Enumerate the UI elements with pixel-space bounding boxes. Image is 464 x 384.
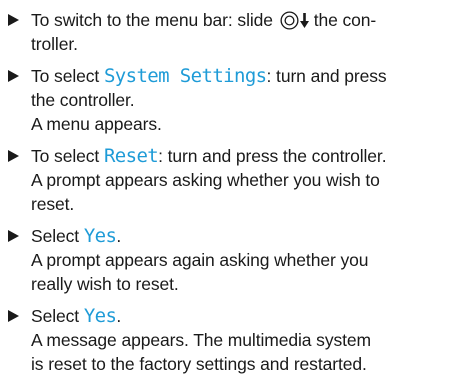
arrow-down-icon	[299, 13, 309, 28]
step-line: To switch to the menu bar: slide the con…	[31, 8, 460, 32]
step-text: To select	[31, 146, 100, 166]
step-result: A prompt appears asking whether you wish…	[31, 170, 380, 190]
step-result: A message appears. The multimedia system	[31, 330, 372, 350]
step-result: really wish to reset.	[31, 274, 179, 294]
step-text: the con-	[313, 10, 377, 30]
step-line: Select Yes.	[31, 224, 460, 248]
step-text: To switch to the menu bar: slide	[31, 10, 273, 30]
instruction-step-1: To switch to the menu bar: slide the con…	[8, 8, 460, 56]
triangle-right-icon	[8, 150, 19, 162]
instruction-step-5: Select Yes. A message appears. The multi…	[8, 304, 460, 376]
menu-item-highlight: Yes	[83, 305, 117, 327]
controller-icon	[280, 11, 299, 30]
instruction-step-4: Select Yes. A prompt appears again askin…	[8, 224, 460, 296]
step-text: .	[116, 226, 122, 246]
menu-item-highlight: Yes	[83, 225, 117, 247]
step-result: is reset to the factory settings and res…	[31, 354, 367, 374]
step-text: Select	[31, 226, 80, 246]
step-text: To select	[31, 66, 100, 86]
step-text: .	[116, 306, 122, 326]
triangle-right-icon	[8, 310, 19, 322]
triangle-right-icon	[8, 70, 19, 82]
step-text: Select	[31, 306, 80, 326]
step-result: A prompt appears again asking whether yo…	[31, 250, 369, 270]
step-line: To select System Settings: turn and pres…	[31, 64, 460, 88]
step-result: reset.	[31, 194, 75, 214]
instruction-step-3: To select Reset: turn and press the cont…	[8, 144, 460, 216]
instruction-step-2: To select System Settings: turn and pres…	[8, 64, 460, 136]
triangle-right-icon	[8, 230, 19, 242]
step-line: To select Reset: turn and press the cont…	[31, 144, 460, 168]
instruction-page: To switch to the menu bar: slide the con…	[0, 0, 464, 384]
triangle-right-icon	[8, 14, 19, 26]
step-line: Select Yes.	[31, 304, 460, 328]
step-text: : turn and press the controller.	[158, 146, 387, 166]
step-line: troller.	[31, 34, 78, 54]
step-line: the controller.	[31, 90, 135, 110]
menu-item-highlight: Reset	[103, 145, 159, 167]
menu-item-highlight: System Settings	[103, 65, 267, 87]
step-text: : turn and press	[266, 66, 387, 86]
step-result: A menu appears.	[31, 114, 162, 134]
